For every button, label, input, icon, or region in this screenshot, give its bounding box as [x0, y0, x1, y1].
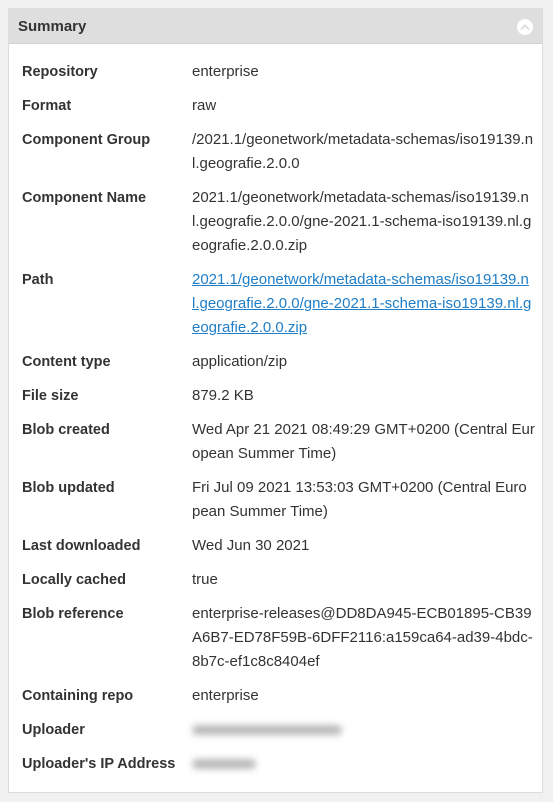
detail-row-path: Path 2021.1/geonetwork/metadata-schemas/i… — [9, 268, 542, 350]
detail-row-blob-reference: Blob reference enterprise-releases@DD8DA9… — [9, 602, 542, 684]
containing-repo-value: enterprise — [192, 687, 259, 704]
path-link[interactable]: 2021.1/geonetwork/metadata-schemas/iso19… — [192, 268, 535, 340]
detail-row-component-name: Component Name 2021.1/geonetwork/metadata… — [9, 186, 542, 268]
detail-row-blob-updated: Blob updated Fri Jul 09 2021 13:53:03 GMT… — [9, 476, 542, 534]
repository-value: enterprise — [192, 63, 259, 80]
file-size-label: File size — [22, 388, 79, 404]
component-name-label: Component Name — [22, 190, 147, 206]
redacted-blur — [192, 725, 342, 735]
repository-label: Repository — [22, 64, 98, 80]
summary-panel-header[interactable]: Summary — [9, 9, 542, 44]
component-group-label: Component Group — [22, 132, 151, 148]
uploader-value — [192, 718, 535, 742]
detail-row-locally-cached: Locally cached true — [9, 568, 542, 602]
summary-panel: Summary Repository enterprise Format raw Com… — [8, 8, 543, 793]
detail-row-component-group: Component Group/2021.1/geonetwork/metada… — [9, 128, 542, 186]
uploader-ip-address-value — [192, 752, 535, 776]
uploader-ip-address-label: Uploader's IP Address — [22, 756, 176, 772]
content-type-value: application/zip — [192, 353, 288, 370]
detail-row-format: Format raw — [9, 94, 542, 128]
blob-updated-value: Fri Jul 09 2021 13:53:03 GMT+0200 (Centr… — [192, 479, 527, 520]
detail-row-file-size: File size 879.2 KB — [9, 384, 542, 418]
component-name-value: 2021.1/geonetwork/metadata-schemas/iso19… — [192, 189, 532, 254]
detail-row-blob-created: Blob created Wed Apr 21 2021 08:49:29 GMT… — [9, 418, 542, 476]
redacted-blur — [192, 759, 256, 769]
detail-row-content-type: Content type application/zip — [9, 350, 542, 384]
uploader-label: Uploader — [22, 722, 85, 738]
locally-cached-label: Locally cached — [22, 572, 126, 588]
blob-reference-label: Blob reference — [22, 606, 124, 622]
detail-row-uploader-ip-address: Uploader's IP Address — [9, 752, 542, 786]
last-downloaded-value: Wed Jun 30 2021 — [192, 537, 310, 554]
component-group-value: /2021.1/geonetwork/metadata-schemas/iso1… — [192, 131, 534, 172]
path-label: Path — [22, 272, 54, 288]
content-type-label: Content type — [22, 354, 111, 370]
detail-row-containing-repo: Containing repo enterprise — [9, 684, 542, 718]
detail-row-uploader: Uploader — [9, 718, 542, 752]
last-downloaded-label: Last downloaded — [22, 538, 141, 554]
chevron-up-circle-icon[interactable] — [517, 19, 533, 35]
blob-created-value: Wed Apr 21 2021 08:49:29 GMT+0200 (Centr… — [192, 421, 535, 462]
panel-title: Summary — [18, 18, 87, 35]
blob-created-label: Blob created — [22, 422, 110, 438]
blob-reference-value: enterprise-releases@DD8DA945-ECB01895-CB… — [192, 605, 533, 670]
format-label: Format — [22, 98, 72, 114]
blob-updated-label: Blob updated — [22, 480, 115, 496]
detail-row-repository: Repository enterprise — [9, 60, 542, 94]
summary-details-list: Repository enterprise Format raw Component G… — [9, 60, 542, 786]
detail-row-last-downloaded: Last downloaded Wed Jun 30 2021 — [9, 534, 542, 568]
containing-repo-label: Containing repo — [22, 688, 134, 704]
format-value: raw — [192, 97, 217, 114]
file-size-value: 879.2 KB — [192, 387, 254, 404]
locally-cached-value: true — [192, 571, 218, 588]
